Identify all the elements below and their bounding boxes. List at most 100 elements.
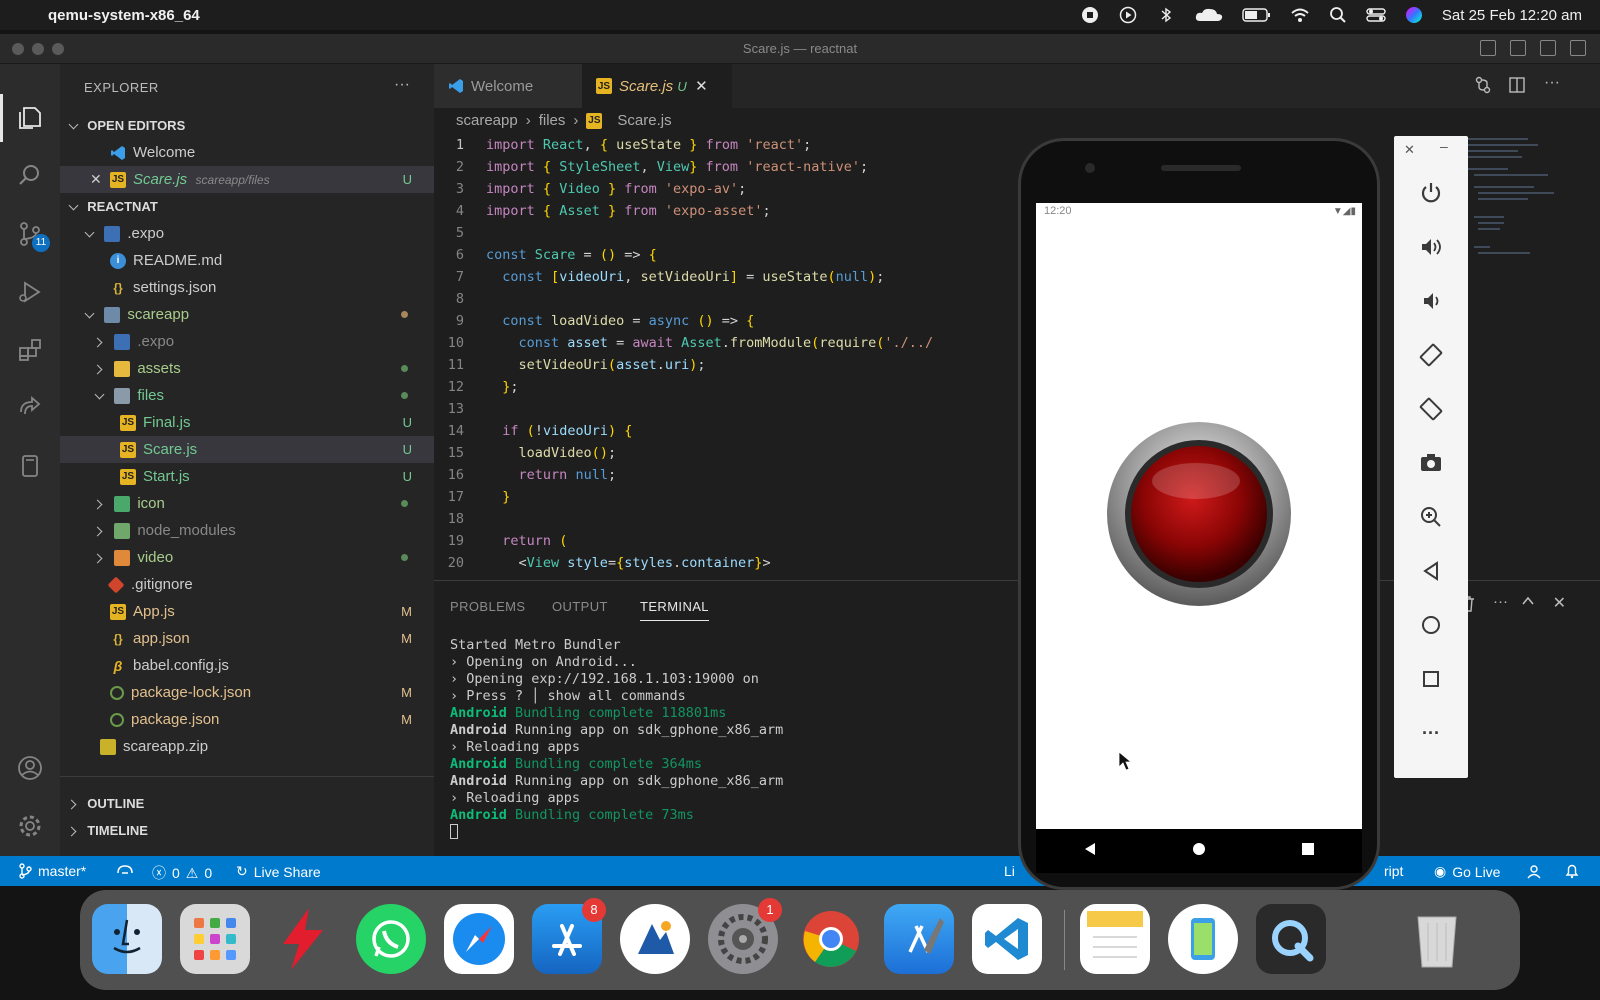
accounts-status-icon[interactable] (1526, 863, 1542, 879)
tree-folder[interactable]: .expo (60, 328, 434, 355)
live-share-button[interactable]: ↻ Live Share (236, 863, 321, 880)
tree-folder[interactable]: assets (60, 355, 434, 382)
vscode-icon[interactable] (972, 904, 1042, 974)
menu-clock[interactable]: Sat 25 Feb 12:20 am (1442, 7, 1582, 24)
open-editor-welcome[interactable]: Welcome (60, 139, 434, 166)
breadcrumb-item[interactable]: scareapp (456, 112, 518, 129)
go-live-button[interactable]: ◉ Go Live (1434, 863, 1500, 880)
notifications-icon[interactable] (1564, 863, 1580, 879)
customize-layout-icon[interactable] (1570, 40, 1586, 56)
tree-file[interactable]: scareapp.zip (60, 733, 434, 760)
chrome-icon[interactable] (796, 904, 866, 974)
tree-file[interactable]: .gitignore (60, 571, 434, 598)
tree-folder[interactable]: node_modules (60, 517, 434, 544)
play-icon[interactable] (1118, 6, 1138, 24)
code-line[interactable]: 12 }; (434, 376, 1014, 398)
code-line[interactable]: 1 import React, { useState } from 'react'… (434, 134, 1014, 156)
tree-folder[interactable]: files (60, 382, 434, 409)
split-editor-icon[interactable] (1508, 76, 1526, 99)
volume-up-icon[interactable] (1416, 232, 1446, 262)
close-icon[interactable]: ✕ (695, 77, 708, 95)
explorer-icon[interactable] (14, 102, 46, 134)
gear-icon[interactable] (14, 810, 46, 842)
rotate-left-icon[interactable] (1416, 340, 1446, 370)
problems-indicator[interactable]: ⓧ 0 ⚠ 0 (152, 863, 212, 883)
tree-file[interactable]: JS Final.js U (60, 409, 434, 436)
code-line[interactable]: 18 (434, 508, 1014, 530)
outline-section[interactable]: OUTLINE (60, 790, 434, 817)
more-actions-icon[interactable]: ··· (1493, 593, 1508, 610)
tab-welcome[interactable]: Welcome (434, 64, 582, 108)
code-line[interactable]: 9 const loadVideo = async () => { (434, 310, 1014, 332)
minimap[interactable] (1468, 134, 1558, 294)
code-line[interactable]: 14 if (!videoUri) { (434, 420, 1014, 442)
phone-screen[interactable]: 12:20 ▼◢▮ (1036, 203, 1362, 829)
maximize-panel-icon[interactable] (1520, 593, 1536, 614)
code-line[interactable]: 8 (434, 288, 1014, 310)
bolt-icon[interactable] (268, 904, 338, 974)
toggle-panel-icon[interactable] (1510, 40, 1526, 56)
whatsapp-icon[interactable] (356, 904, 426, 974)
tree-folder[interactable]: video (60, 544, 434, 571)
tree-file[interactable]: package.json M (60, 706, 434, 733)
more-actions-icon[interactable]: ··· (1544, 74, 1560, 92)
tree-file[interactable]: i README.md (60, 247, 434, 274)
android-recents-icon[interactable] (1301, 842, 1315, 861)
toggle-secondary-sidebar-icon[interactable] (1540, 40, 1556, 56)
code-line[interactable]: 13 (434, 398, 1014, 420)
more-icon[interactable]: ··· (1416, 718, 1446, 748)
code-line[interactable]: 19 return ( (434, 530, 1014, 552)
gallery-icon[interactable] (620, 904, 690, 974)
breadcrumb-item[interactable]: files (539, 112, 566, 129)
accounts-icon[interactable] (14, 752, 46, 784)
tree-file[interactable]: package-lock.json M (60, 679, 434, 706)
tree-folder[interactable]: icon (60, 490, 434, 517)
tree-file-selected[interactable]: JS Scare.js U (60, 436, 434, 463)
tree-file[interactable]: β babel.config.js (60, 652, 434, 679)
close-icon[interactable]: ✕ (90, 171, 110, 188)
timeline-section[interactable]: TIMELINE (60, 817, 434, 844)
bluetooth-icon[interactable] (1156, 6, 1176, 24)
code-line[interactable]: 11 setVideoUri(asset.uri); (434, 354, 1014, 376)
code-line[interactable]: 4 import { Asset } from 'expo-asset'; (434, 200, 1014, 222)
open-editors-section[interactable]: OPEN EDITORS (60, 112, 434, 139)
tree-file[interactable]: {} settings.json (60, 274, 434, 301)
extensions-icon[interactable] (14, 334, 46, 366)
system-settings-icon[interactable]: 1 (708, 898, 782, 974)
camera-icon[interactable] (1416, 448, 1446, 478)
xcode-icon[interactable] (884, 904, 954, 974)
tab-terminal[interactable]: TERMINAL (640, 599, 709, 621)
back-icon[interactable] (1416, 556, 1446, 586)
control-center-icon[interactable] (1366, 6, 1386, 24)
source-control-icon[interactable]: 11 (14, 218, 50, 252)
notes-icon[interactable] (1080, 904, 1150, 974)
device-icon[interactable] (14, 450, 46, 482)
code-line[interactable]: 6 const Scare = () => { (434, 244, 1014, 266)
remote-explorer-icon[interactable] (14, 392, 46, 424)
compare-icon[interactable] (1474, 76, 1492, 99)
app-name-menu[interactable]: qemu-system-x86_64 (48, 7, 200, 24)
tree-folder[interactable]: scareapp (60, 301, 434, 328)
launchpad-icon[interactable] (180, 904, 250, 974)
code-line[interactable]: 5 (434, 222, 1014, 244)
code-line[interactable]: 16 return null; (434, 464, 1014, 486)
search-icon[interactable] (1328, 6, 1348, 24)
terminal-output[interactable]: Started Metro Bundler › Opening on Androi… (450, 637, 783, 841)
code-line[interactable]: 2 import { StyleSheet, View} from 'react-… (434, 156, 1014, 178)
tab-scare-js[interactable]: JS Scare.js U ✕ (582, 64, 732, 108)
close-icon[interactable]: ✕ (1404, 142, 1415, 158)
zoom-icon[interactable] (1416, 502, 1446, 532)
project-section[interactable]: REACTNAT (60, 193, 434, 220)
record-icon[interactable] (1080, 6, 1100, 24)
siri-icon[interactable] (1404, 6, 1424, 24)
tab-output[interactable]: OUTPUT (552, 599, 608, 614)
code-line[interactable]: 7 const [videoUri, setVideoUri] = useSta… (434, 266, 1014, 288)
code-line[interactable]: 20 <View style={styles.container}> (434, 552, 1014, 574)
quicktime-icon[interactable] (1256, 904, 1326, 974)
volume-down-icon[interactable] (1416, 286, 1446, 316)
android-home-icon[interactable] (1192, 842, 1206, 861)
explorer-more-button[interactable]: ··· (394, 76, 410, 94)
simulator-icon[interactable] (1168, 904, 1238, 974)
run-debug-icon[interactable] (14, 276, 46, 308)
red-panic-button[interactable] (1106, 421, 1292, 607)
